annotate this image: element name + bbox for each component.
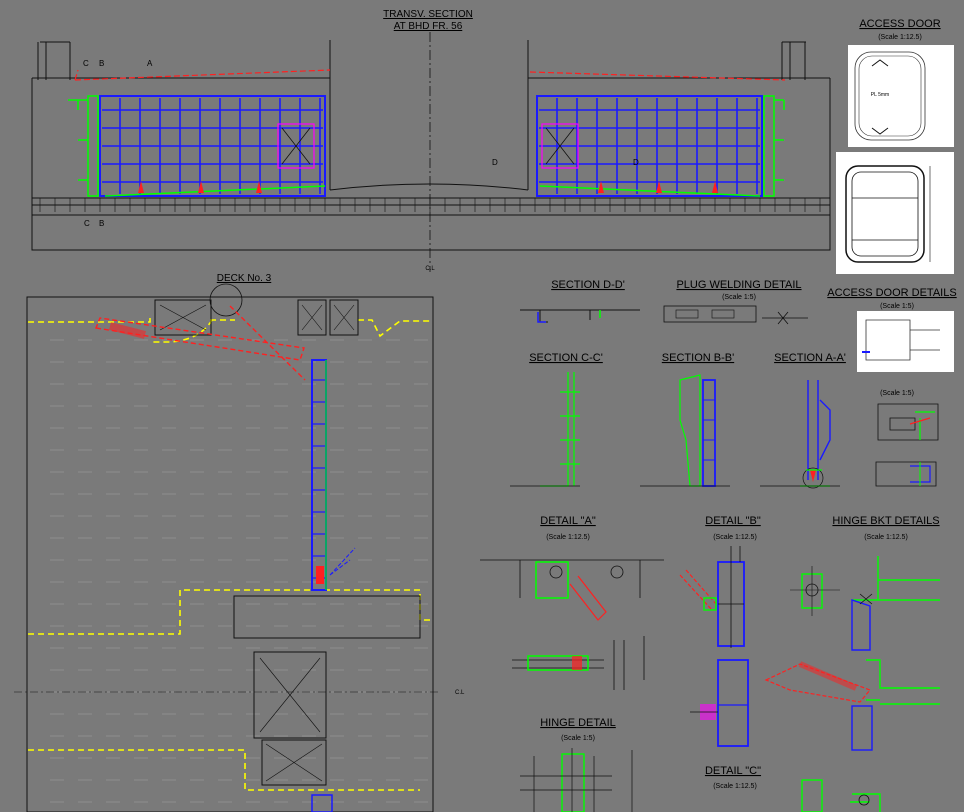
section-c: SECTION C-C' (510, 352, 603, 487)
access-small-scale: (Scale 1:5) (880, 390, 914, 397)
transverse-title-2: AT BHD FR. 56 (394, 21, 463, 32)
detail-a-scale: (Scale 1:12.5) (546, 534, 590, 541)
plug-welding-title: PLUG WELDING DETAIL (676, 279, 801, 291)
access-door-details: ACCESS DOOR DETAILS (Scale 1:5) (Scale 1… (827, 287, 957, 487)
hinge-detail-title: HINGE DETAIL (540, 717, 616, 729)
access-door: ACCESS DOOR (Scale 1:12.5) PL 5mm (836, 18, 954, 274)
detail-b-title: DETAIL "B" (705, 515, 761, 527)
deck-plan-title: DECK No. 3 (217, 273, 272, 284)
marker-a-top: A (147, 59, 153, 68)
section-c-title: SECTION C-C' (529, 352, 603, 364)
detail-b: DETAIL "B" (Scale 1:12.5) (679, 515, 761, 747)
deck-edge (28, 318, 432, 791)
hinge-bkt-details: HINGE BKT DETAILS (Scale 1:12.5) (764, 515, 940, 751)
transverse-section: TRANSV. SECTION AT BHD FR. 56 C.L C B A … (31, 9, 831, 272)
left-door-panel (87, 95, 326, 197)
access-door-scale: (Scale 1:12.5) (878, 34, 922, 41)
marker-c-top: C (83, 59, 89, 68)
transverse-title-1: TRANSV. SECTION (383, 9, 473, 20)
right-door-panel (536, 95, 775, 197)
marker-d-left: D (492, 158, 498, 167)
plug-welding-scale: (Scale 1:5) (722, 294, 756, 301)
hinge-detail: HINGE DETAIL (Scale 1:5) (520, 717, 633, 812)
access-door-sheet (848, 45, 954, 147)
plug-welding: PLUG WELDING DETAIL (Scale 1:5) (663, 279, 808, 325)
detail-a: DETAIL "A" (Scale 1:12.5) (480, 515, 664, 690)
marker-b-bottom: B (99, 219, 104, 228)
section-a: SECTION A-A' (760, 352, 846, 489)
marker-d-right: D (633, 158, 639, 167)
deck-hatch (50, 339, 428, 803)
detail-c: DETAIL "C" (Scale 1:12.5) (705, 765, 881, 812)
plate-label: PL 5mm (871, 92, 889, 98)
drawing-canvas: TRANSV. SECTION AT BHD FR. 56 C.L C B A … (14, 9, 957, 812)
detail-b-scale: (Scale 1:12.5) (713, 534, 757, 541)
detail-c-title: DETAIL "C" (705, 765, 761, 777)
access-door-details-title: ACCESS DOOR DETAILS (827, 287, 956, 299)
centerline-label: C.L (425, 266, 435, 272)
deck-plan: DECK No. 3 C.L (14, 273, 465, 812)
deck-centerline-label: C.L (455, 690, 465, 696)
section-d: SECTION D-D' (520, 279, 640, 323)
marker-c-bottom: C (84, 219, 90, 228)
access-door-title: ACCESS DOOR (859, 18, 940, 30)
door-closed-position (311, 359, 356, 591)
section-b-title: SECTION B-B' (662, 352, 734, 364)
section-a-title: SECTION A-A' (774, 352, 846, 364)
section-b: SECTION B-B' (640, 352, 734, 487)
hinge-bkt-title: HINGE BKT DETAILS (832, 515, 939, 527)
hull-outline (31, 40, 831, 251)
marker-b-top: B (99, 59, 104, 68)
red-deck-right (529, 71, 786, 81)
access-door-details-scale: (Scale 1:5) (880, 303, 914, 310)
detail-c-scale: (Scale 1:12.5) (713, 783, 757, 790)
section-d-title: SECTION D-D' (551, 279, 625, 291)
hinge-detail-scale: (Scale 1:5) (561, 735, 595, 742)
hinge-bkt-scale: (Scale 1:12.5) (864, 534, 908, 541)
detail-a-title: DETAIL "A" (540, 515, 596, 527)
door-open-position (95, 305, 306, 381)
